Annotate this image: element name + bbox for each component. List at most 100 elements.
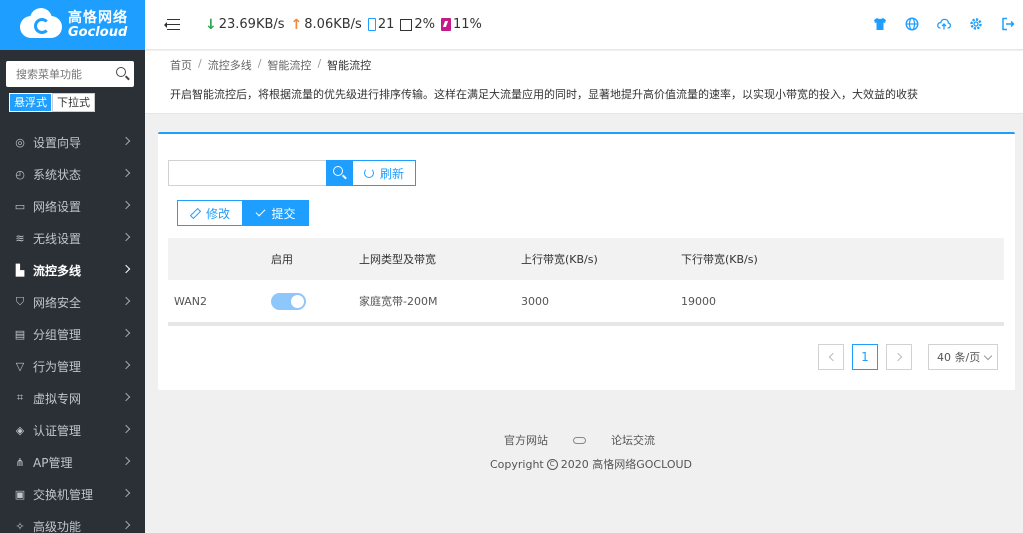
cell-download: 19000 bbox=[681, 294, 716, 308]
collapse-menu-icon[interactable] bbox=[164, 18, 180, 32]
refresh-icon bbox=[364, 168, 374, 178]
sidebar-item-network-settings[interactable]: ▭ 网络设置 bbox=[0, 190, 145, 222]
refresh-button[interactable]: 刷新 bbox=[352, 160, 417, 186]
cpu-icon bbox=[400, 18, 413, 31]
header-actions bbox=[873, 17, 1015, 31]
edit-label: 修改 bbox=[205, 206, 230, 221]
sidebar-item-advanced[interactable]: ✧ 高级功能 bbox=[0, 510, 145, 533]
forum-link[interactable]: 论坛交流 bbox=[611, 432, 655, 448]
mode-floating-button[interactable]: 悬浮式 bbox=[9, 93, 52, 112]
edit-button[interactable]: 修改 bbox=[177, 200, 243, 226]
breadcrumb-home[interactable]: 首页 bbox=[170, 57, 192, 73]
sidebar-item-flow-control[interactable]: ▙ 流控多线 bbox=[0, 254, 145, 286]
sidebar-item-label: 系统状态 bbox=[33, 167, 82, 182]
compass-icon: ◎ bbox=[15, 135, 25, 149]
sidebar-item-label: 流控多线 bbox=[33, 263, 82, 278]
sidebar-item-system-status[interactable]: ◴ 系统状态 bbox=[0, 158, 145, 190]
menu-search-input[interactable] bbox=[6, 61, 134, 87]
switch-icon: ▣ bbox=[14, 487, 26, 501]
chevron-right-icon bbox=[893, 352, 902, 362]
gauge-icon: ◴ bbox=[15, 167, 25, 181]
chevron-right-icon bbox=[121, 360, 131, 370]
chevron-right-icon bbox=[121, 264, 131, 274]
check-icon bbox=[256, 206, 266, 217]
prev-page-button[interactable] bbox=[818, 344, 844, 370]
device-icon bbox=[367, 18, 376, 31]
device-count: 21 bbox=[377, 17, 395, 32]
cell-type: 家庭宽带-200M bbox=[359, 295, 438, 308]
table-search-input[interactable] bbox=[168, 160, 326, 186]
chevron-right-icon bbox=[121, 424, 131, 434]
shield-icon: ⛉ bbox=[15, 295, 25, 308]
refresh-label: 刷新 bbox=[380, 166, 405, 181]
sidebar-item-label: 行为管理 bbox=[33, 359, 82, 374]
chevron-right-icon bbox=[121, 296, 131, 306]
mode-dropdown-button[interactable]: 下拉式 bbox=[52, 93, 95, 112]
breadcrumb-current: 智能流控 bbox=[327, 59, 372, 72]
cloud-upload-icon[interactable] bbox=[937, 17, 951, 31]
sidebar-item-label: AP管理 bbox=[33, 455, 73, 470]
copyright-holder: 2020 高恪网络GOCLOUD bbox=[560, 458, 693, 471]
traffic-stats: ↓ 23.69KB/s ↑ 8.06KB/s 21 2% 11% bbox=[205, 17, 482, 33]
filter-icon: ▽ bbox=[15, 359, 25, 373]
breadcrumb-smart-flow[interactable]: 智能流控 bbox=[267, 57, 311, 73]
menu-mode-toggle: 悬浮式 下拉式 bbox=[9, 93, 145, 112]
chevron-right-icon bbox=[121, 168, 131, 178]
chevron-left-icon bbox=[828, 352, 837, 362]
copyright-label: Copyright bbox=[490, 457, 544, 471]
sidebar-item-ap-management[interactable]: ⋔ AP管理 bbox=[0, 446, 145, 478]
sidebar-item-network-security[interactable]: ⛉ 网络安全 bbox=[0, 286, 145, 318]
sidebar-item-vpn[interactable]: ⌗ 虚拟专网 bbox=[0, 382, 145, 414]
brand-logo[interactable]: 高恪网络 Gocloud bbox=[0, 0, 145, 50]
chevron-right-icon bbox=[121, 392, 131, 402]
sidebar-item-label: 交换机管理 bbox=[33, 487, 94, 502]
bars-icon: ▙ bbox=[15, 263, 25, 277]
page-header: 首页 / 流控多线 / 智能流控 / 智能流控 开启智能流控后，将根据流量的优先… bbox=[145, 51, 1023, 114]
cloud-logo-icon bbox=[20, 8, 62, 40]
table-search-button[interactable] bbox=[326, 160, 352, 186]
flow-control-table: 启用 上网类型及带宽 上行带宽(KB/s) 下行带宽(KB/s) WAN2 家庭… bbox=[168, 238, 1004, 326]
theme-shirt-icon[interactable] bbox=[873, 17, 887, 31]
sidebar-item-group-management[interactable]: ▤ 分组管理 bbox=[0, 318, 145, 350]
monitor-icon: ▭ bbox=[14, 199, 26, 213]
sidebar: 高恪网络 Gocloud 悬浮式 下拉式 ◎ 设置向导 ◴ 系统状态 ▭ 网络设… bbox=[0, 0, 145, 533]
battery-icon bbox=[441, 18, 451, 31]
sidebar-item-switch-management[interactable]: ▣ 交换机管理 bbox=[0, 478, 145, 510]
sidebar-item-setup-wizard[interactable]: ◎ 设置向导 bbox=[0, 126, 145, 158]
pagination: 1 40 条/页 bbox=[818, 344, 998, 370]
page-number[interactable]: 1 bbox=[852, 344, 878, 370]
sidebar-item-authentication[interactable]: ◈ 认证管理 bbox=[0, 414, 145, 446]
brand-name-cn: 高恪网络 bbox=[68, 9, 128, 26]
sidebar-item-label: 高级功能 bbox=[33, 519, 82, 533]
chevron-down-icon bbox=[983, 351, 993, 360]
gear-icon[interactable] bbox=[969, 17, 983, 31]
copyright: Copyright C 2020 高恪网络GOCLOUD bbox=[490, 456, 692, 472]
official-site-link[interactable]: 官方网站 bbox=[504, 432, 548, 448]
table-header: 启用 上网类型及带宽 上行带宽(KB/s) 下行带宽(KB/s) bbox=[168, 238, 1004, 280]
breadcrumb-flow-control[interactable]: 流控多线 bbox=[208, 57, 252, 73]
chevron-right-icon bbox=[121, 488, 131, 498]
download-arrow-icon: ↓ bbox=[205, 16, 217, 33]
vpn-icon: ⌗ bbox=[16, 391, 24, 404]
pencil-icon bbox=[190, 208, 200, 218]
language-globe-icon[interactable] bbox=[905, 17, 919, 31]
logout-icon[interactable] bbox=[1001, 17, 1015, 31]
col-header-type: 上网类型及带宽 bbox=[359, 253, 436, 266]
cell-name: WAN2 bbox=[174, 294, 208, 308]
sidebar-item-wireless[interactable]: ≋ 无线设置 bbox=[0, 222, 145, 254]
search-icon[interactable] bbox=[116, 67, 126, 77]
sidebar-item-behavior-management[interactable]: ▽ 行为管理 bbox=[0, 350, 145, 382]
submit-button[interactable]: 提交 bbox=[243, 200, 309, 226]
chevron-right-icon bbox=[121, 136, 131, 146]
page-size-select[interactable]: 40 条/页 bbox=[928, 344, 998, 370]
enable-toggle[interactable] bbox=[271, 292, 306, 310]
next-page-button[interactable] bbox=[886, 344, 912, 370]
copyright-icon: C bbox=[546, 458, 558, 470]
sidebar-menu: ◎ 设置向导 ◴ 系统状态 ▭ 网络设置 ≋ 无线设置 ▙ 流控多线 ⛉ 网络安… bbox=[0, 126, 145, 533]
page-size-value: 40 条/页 bbox=[937, 351, 981, 364]
chevron-right-icon bbox=[121, 456, 131, 466]
action-toolbar: 修改 提交 bbox=[177, 200, 309, 226]
sidebar-item-label: 分组管理 bbox=[33, 327, 82, 342]
verified-icon: ◈ bbox=[15, 423, 25, 437]
menu-search bbox=[6, 61, 134, 87]
